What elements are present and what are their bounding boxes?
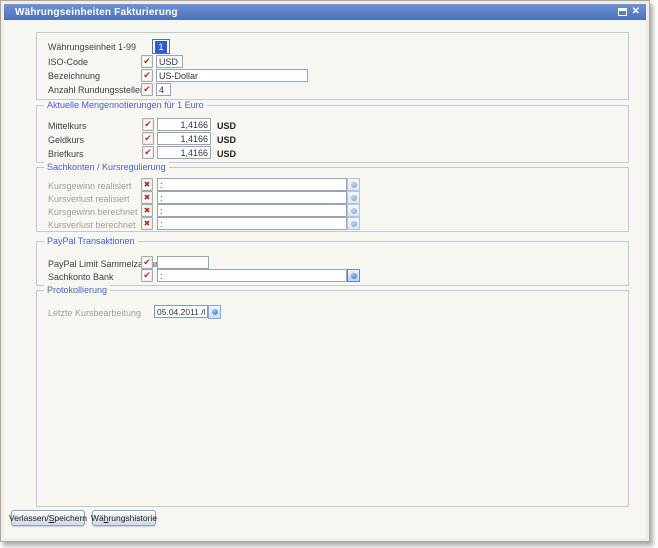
group-accounts-legend: Sachkonten / Kursregulierung	[44, 162, 169, 172]
bank-account-input[interactable]	[157, 269, 347, 282]
close-icon[interactable]: ✕	[632, 7, 640, 17]
lookup-button[interactable]	[347, 217, 360, 230]
gain-realized-account-input[interactable]	[157, 178, 347, 191]
field-label: Währungseinheit 1-99	[48, 42, 136, 52]
edit-check-icon[interactable]: ✔	[141, 55, 153, 68]
save-exit-button[interactable]: Verlassen/Speichern	[11, 510, 85, 526]
selected-text: 1	[155, 41, 166, 53]
field-label: Geldkurs	[48, 135, 84, 145]
designation-input[interactable]	[156, 69, 308, 82]
field-label: Kursgewinn realisiert	[48, 181, 132, 191]
edit-check-icon[interactable]: ✔	[142, 132, 154, 145]
currency-unit-input[interactable]: 1	[152, 39, 170, 54]
lookup-button[interactable]	[347, 204, 360, 217]
group-log: Protokollierung	[36, 290, 629, 507]
bid-rate-input[interactable]	[157, 132, 211, 145]
field-label: Kursgewinn berechnet	[48, 207, 138, 217]
clear-x-icon[interactable]: ✖	[141, 204, 153, 217]
field-label: ISO-Code	[48, 57, 88, 67]
edit-check-icon[interactable]: ✔	[142, 118, 154, 131]
clear-x-icon[interactable]: ✖	[141, 191, 153, 204]
date-lookup-button[interactable]	[208, 305, 221, 319]
dialog-window: Währungseinheiten Fakturierung ✕ Währung…	[0, 0, 650, 542]
clear-x-icon[interactable]: ✖	[141, 217, 153, 230]
loss-calculated-account-input[interactable]	[157, 217, 347, 230]
group-log-legend: Protokollierung	[44, 285, 110, 295]
field-label: Mittelkurs	[48, 121, 87, 131]
field-label: Sachkonto Bank	[48, 272, 114, 282]
last-rate-edit-input[interactable]	[154, 305, 208, 318]
lookup-icon	[351, 273, 357, 279]
edit-check-icon[interactable]: ✔	[141, 69, 153, 82]
group-rates: Aktuelle Mengennotierungen für 1 Euro	[36, 105, 629, 163]
clear-x-icon[interactable]: ✖	[141, 178, 153, 191]
gain-calculated-account-input[interactable]	[157, 204, 347, 217]
currency-unit-label: USD	[217, 135, 236, 145]
group-rates-legend: Aktuelle Mengennotierungen für 1 Euro	[44, 100, 207, 110]
button-label: Verlassen/	[9, 513, 49, 523]
window-title: Währungseinheiten Fakturierung	[4, 7, 178, 18]
lookup-icon	[212, 309, 218, 315]
currency-unit-label: USD	[217, 121, 236, 131]
lookup-icon	[351, 182, 357, 188]
field-label: Kursverlust realisiert	[48, 194, 130, 204]
lookup-icon	[351, 208, 357, 214]
ask-rate-input[interactable]	[157, 146, 211, 159]
rounding-digits-input[interactable]	[156, 83, 171, 96]
loss-realized-account-input[interactable]	[157, 191, 347, 204]
field-label: Kursverlust berechnet	[48, 220, 136, 230]
field-label: Bezeichnung	[48, 71, 100, 81]
paypal-limit-input[interactable]	[157, 256, 209, 269]
field-label: Briefkurs	[48, 149, 84, 159]
lookup-button[interactable]	[347, 269, 360, 282]
edit-check-icon[interactable]: ✔	[141, 256, 153, 269]
edit-check-icon[interactable]: ✔	[141, 269, 153, 282]
mid-rate-input[interactable]	[157, 118, 211, 131]
button-label: Wä	[91, 513, 104, 523]
button-label: rungshistorie	[108, 513, 157, 523]
edit-check-icon[interactable]: ✔	[142, 146, 154, 159]
field-label: Anzahl Rundungsstellen	[48, 85, 145, 95]
currency-history-button[interactable]: Währungshistorie	[92, 510, 156, 526]
lookup-icon	[351, 195, 357, 201]
edit-check-icon[interactable]: ✔	[141, 83, 153, 96]
currency-unit-label: USD	[217, 149, 236, 159]
field-label: Letzte Kursbearbeitung	[48, 308, 141, 318]
group-paypal-legend: PayPal Transaktionen	[44, 236, 138, 246]
button-label: peichern	[54, 513, 87, 523]
lookup-button[interactable]	[347, 178, 360, 191]
titlebar: Währungseinheiten Fakturierung ✕	[4, 4, 646, 20]
lookup-button[interactable]	[347, 191, 360, 204]
iso-code-input[interactable]	[156, 55, 183, 68]
restore-icon[interactable]	[618, 8, 627, 16]
lookup-icon	[351, 221, 357, 227]
